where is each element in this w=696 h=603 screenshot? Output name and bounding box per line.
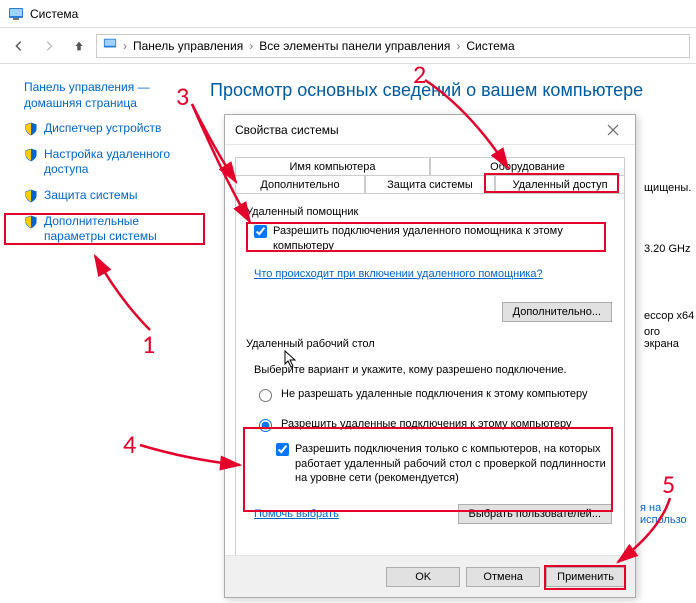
cancel-button[interactable]: Отмена: [466, 567, 540, 587]
breadcrumb-item[interactable]: Все элементы панели управления: [259, 39, 450, 53]
bg-link[interactable]: я на использо: [640, 502, 696, 526]
sidebar-item-label: Дополнительные параметры системы: [44, 214, 200, 245]
rd-deny-label: Не разрешать удаленные подключения к это…: [281, 388, 588, 400]
ok-button[interactable]: OK: [386, 567, 460, 587]
breadcrumb-item[interactable]: Панель управления: [133, 39, 243, 53]
tab-row-top: Имя компьютера Оборудование: [235, 157, 625, 176]
window-title: Система: [30, 7, 78, 21]
tab-computer-name[interactable]: Имя компьютера: [235, 157, 430, 176]
system-icon: [103, 37, 117, 54]
rd-allow-input[interactable]: [259, 419, 272, 432]
tab-row-bottom: Дополнительно Защита системы Удаленный д…: [235, 175, 625, 194]
rd-deny-radio[interactable]: Не разрешать удаленные подключения к это…: [254, 386, 612, 402]
rd-allow-label: Разрешить удаленные подключения к этому …: [281, 418, 572, 430]
remote-assist-advanced-button[interactable]: Дополнительно...: [502, 302, 612, 322]
sidebar-item-label: Диспетчер устройств: [44, 121, 161, 137]
allow-remote-assist-input[interactable]: [254, 225, 267, 238]
chevron-right-icon: ›: [454, 39, 462, 53]
breadcrumb-item[interactable]: Система: [466, 39, 514, 53]
sidebar-item-remote-settings[interactable]: Настройка удаленного доступа: [24, 147, 200, 178]
apply-button[interactable]: Применить: [546, 567, 625, 587]
dialog-footer: OK Отмена Применить: [225, 555, 635, 597]
remote-assist-what-link[interactable]: Что происходит при включении удаленного …: [254, 268, 543, 280]
sidebar-item-label: Настройка удаленного доступа: [44, 147, 200, 178]
tab-system-protection[interactable]: Защита системы: [365, 175, 495, 194]
dialog-title: Свойства системы: [235, 123, 339, 137]
sidebar: Панель управления — домашняя страница Ди…: [0, 64, 210, 603]
sidebar-item-device-manager[interactable]: Диспетчер устройств: [24, 121, 200, 137]
chevron-right-icon: ›: [247, 39, 255, 53]
rd-allow-radio[interactable]: Разрешить удаленные подключения к этому …: [254, 416, 612, 432]
rd-prompt: Выберите вариант и укажите, кому разреше…: [254, 364, 612, 376]
bg-text: 3.20 GHz: [644, 243, 690, 255]
shield-icon: [24, 215, 38, 229]
close-button[interactable]: [601, 118, 625, 142]
shield-icon: [24, 189, 38, 203]
sidebar-item-system-protection[interactable]: Защита системы: [24, 188, 200, 204]
forward-button[interactable]: [36, 33, 62, 59]
allow-remote-assist-label: Разрешить подключения удаленного помощни…: [273, 224, 612, 254]
sidebar-item-label: Защита системы: [44, 188, 137, 204]
bg-text: щищены.: [644, 182, 691, 194]
window-titlebar: Система: [0, 0, 696, 28]
tab-body-remote: Удаленный помощник Разрешить подключения…: [235, 193, 625, 563]
back-button[interactable]: [6, 33, 32, 59]
bg-text: ессор x64: [644, 310, 694, 322]
rd-nla-label: Разрешить подключения только с компьютер…: [295, 442, 612, 487]
rd-nla-input[interactable]: [276, 443, 289, 456]
shield-icon: [24, 122, 38, 136]
group-label-remote-desktop: Удаленный рабочий стол: [246, 338, 614, 350]
select-users-button[interactable]: Выбрать пользователей...: [458, 504, 613, 524]
tab-remote[interactable]: Удаленный доступ: [495, 175, 625, 194]
dialog-titlebar: Свойства системы: [225, 115, 635, 145]
tab-advanced[interactable]: Дополнительно: [235, 175, 365, 194]
cursor-icon: [284, 350, 298, 371]
sidebar-item-advanced-settings[interactable]: Дополнительные параметры системы: [24, 214, 200, 245]
allow-remote-assist-checkbox[interactable]: Разрешить подключения удаленного помощни…: [254, 224, 612, 254]
address-bar[interactable]: › Панель управления › Все элементы панел…: [96, 34, 690, 58]
rd-nla-checkbox[interactable]: Разрешить подключения только с компьютер…: [276, 442, 612, 487]
chevron-right-icon: ›: [121, 39, 129, 53]
rd-deny-input[interactable]: [259, 389, 272, 402]
system-properties-dialog: Свойства системы Имя компьютера Оборудов…: [224, 114, 636, 598]
rd-help-link[interactable]: Помочь выбрать: [254, 508, 339, 520]
shield-icon: [24, 148, 38, 162]
group-label-remote-assist: Удаленный помощник: [246, 206, 614, 218]
system-icon: [8, 6, 24, 22]
bg-text: ого экрана: [644, 326, 696, 350]
control-panel-home-link[interactable]: Панель управления — домашняя страница: [24, 80, 200, 111]
page-heading: Просмотр основных сведений о вашем компь…: [210, 80, 696, 101]
explorer-navbar: › Панель управления › Все элементы панел…: [0, 28, 696, 64]
tab-hardware[interactable]: Оборудование: [430, 157, 625, 176]
up-button[interactable]: [66, 33, 92, 59]
